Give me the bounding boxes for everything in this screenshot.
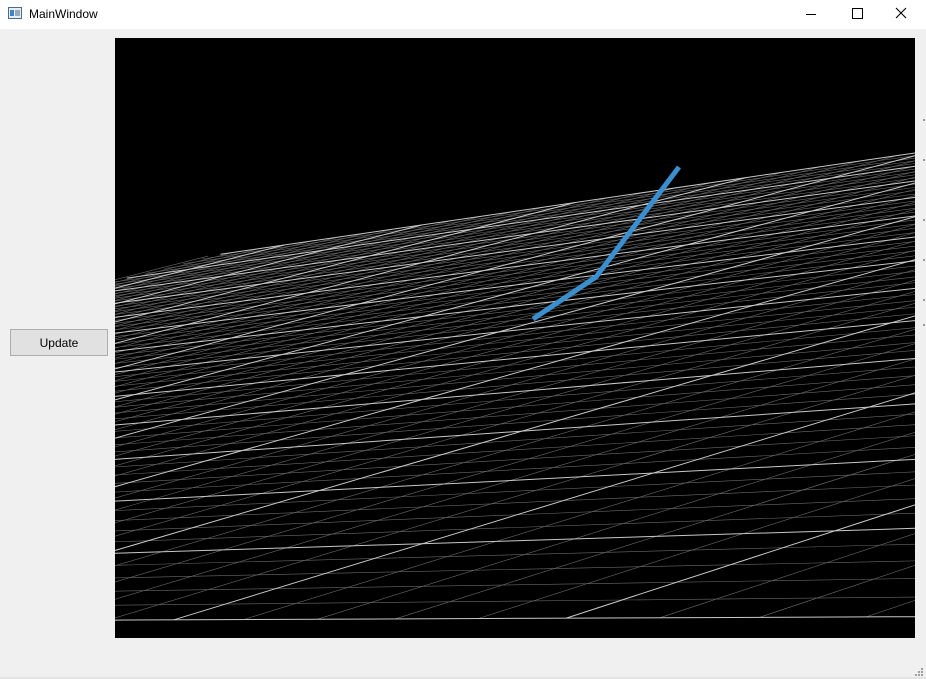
update-button[interactable]: Update bbox=[10, 329, 108, 356]
grid-line-minor bbox=[115, 484, 915, 521]
grid-line-minor bbox=[115, 342, 915, 414]
ground-grid bbox=[115, 152, 915, 621]
close-icon bbox=[895, 7, 907, 19]
grid-line-major bbox=[115, 236, 915, 334]
window-edge-marks bbox=[923, 119, 925, 326]
grid-line-major bbox=[566, 504, 915, 619]
grid-line-minor bbox=[115, 165, 915, 381]
grid-line-minor bbox=[115, 209, 915, 431]
3d-viewport[interactable] bbox=[115, 38, 915, 638]
grid-line-minor bbox=[115, 232, 915, 457]
grid-line-minor bbox=[115, 168, 915, 283]
minimize-button[interactable] bbox=[788, 0, 834, 29]
grid-line-minor bbox=[145, 163, 915, 274]
size-grip-icon[interactable] bbox=[912, 665, 924, 677]
grid-line-major bbox=[115, 616, 915, 621]
minimize-icon bbox=[806, 14, 816, 15]
grid-line-minor bbox=[115, 358, 915, 600]
grid-line-minor bbox=[115, 195, 915, 415]
grid-line-minor bbox=[115, 252, 234, 283]
grid-line-minor bbox=[115, 306, 915, 387]
3d-scene-canvas[interactable] bbox=[115, 38, 915, 638]
grid-line-major bbox=[115, 527, 915, 554]
grid-line-minor bbox=[115, 328, 915, 567]
maximize-icon bbox=[852, 8, 863, 19]
app-window-icon bbox=[8, 7, 22, 19]
grid-line-minor bbox=[115, 343, 915, 583]
grid-line-minor bbox=[115, 384, 915, 446]
grid-line-major bbox=[115, 259, 915, 488]
grid-line-minor bbox=[115, 543, 915, 566]
grid-line-minor bbox=[115, 160, 859, 359]
grid-line-minor bbox=[478, 478, 915, 619]
grid-line-minor bbox=[115, 232, 915, 331]
grid-line-major bbox=[115, 315, 915, 551]
maximize-button[interactable] bbox=[834, 0, 880, 29]
grid-line-minor bbox=[115, 375, 915, 619]
grid-line-major bbox=[115, 177, 747, 344]
grid-line-minor bbox=[115, 282, 915, 368]
grid-line-minor bbox=[115, 578, 915, 592]
window-title: MainWindow bbox=[29, 7, 98, 21]
grid-line-minor bbox=[115, 200, 915, 307]
grid-line-minor bbox=[115, 182, 711, 340]
close-button[interactable] bbox=[880, 0, 926, 29]
main-window: MainWindow Update bbox=[0, 0, 926, 679]
grid-line-minor bbox=[115, 250, 915, 345]
title-bar[interactable]: MainWindow bbox=[0, 0, 926, 29]
grid-line-minor bbox=[115, 206, 544, 319]
grid-line-minor bbox=[115, 512, 915, 543]
grid-line-minor bbox=[115, 560, 915, 579]
grid-line-minor bbox=[659, 533, 915, 618]
